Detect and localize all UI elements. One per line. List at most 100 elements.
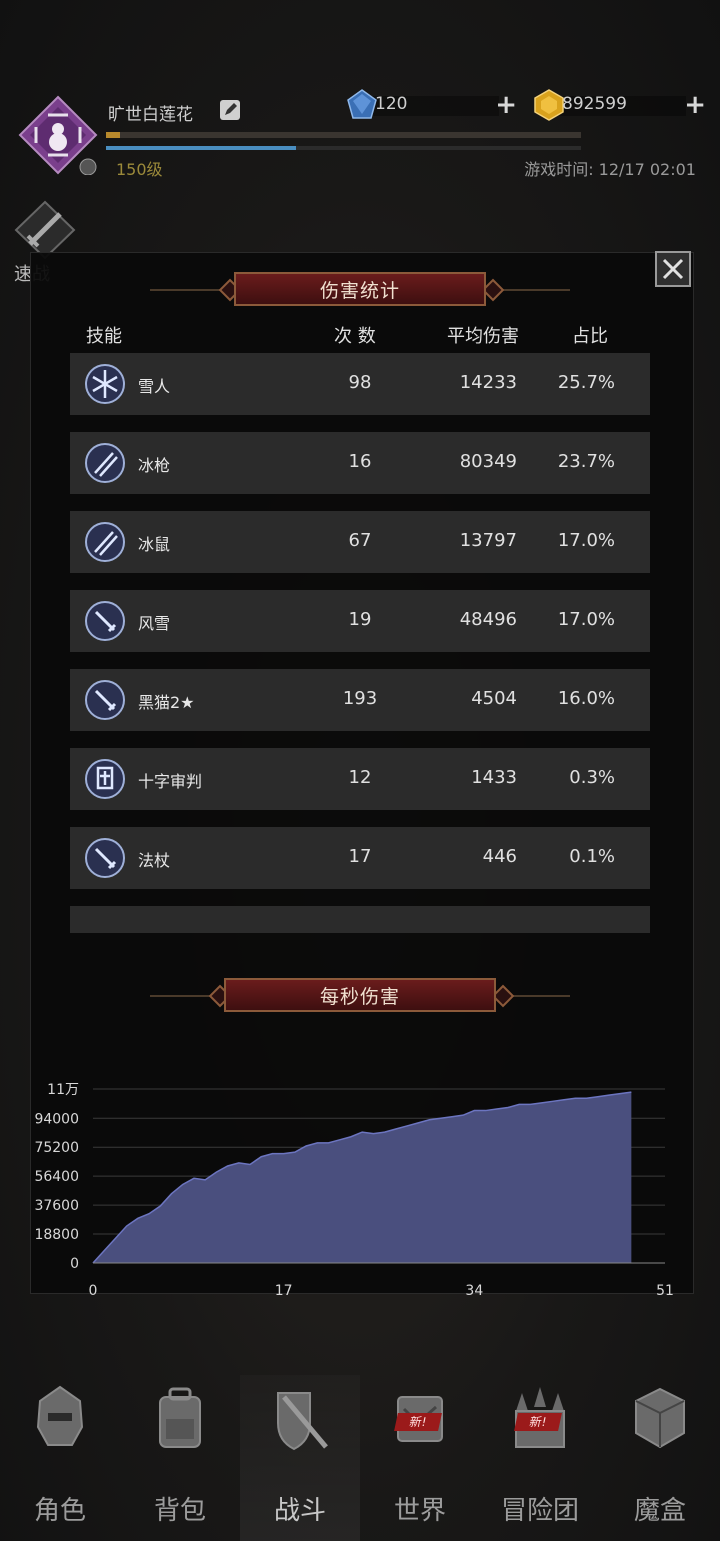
skill-percent: 25.7% bbox=[557, 372, 615, 393]
skill-avg-damage: 14233 bbox=[459, 372, 517, 393]
hp-bar-fill bbox=[106, 146, 296, 150]
dps-chart: 0 18800 37600 56400 75200 94000 11万 0 17 34 51 bbox=[30, 1075, 692, 1305]
table-row: 黑猫2★ 193 4504 16.0% bbox=[70, 669, 650, 731]
skill-percent: 17.0% bbox=[557, 609, 615, 630]
backpack-icon bbox=[159, 1387, 201, 1448]
exp-bar-fill bbox=[106, 132, 121, 138]
sword-icon bbox=[85, 601, 125, 641]
skill-percent: 17.0% bbox=[557, 530, 615, 551]
skill-avg-damage: 80349 bbox=[459, 451, 517, 472]
gold-count: 892599 bbox=[562, 94, 627, 114]
table-row: 风雪 19 48496 17.0% bbox=[70, 590, 650, 652]
skill-percent: 16.0% bbox=[557, 688, 615, 709]
skill-count: 12 bbox=[348, 767, 372, 788]
nav-item-backpack[interactable]: 背包 bbox=[120, 1375, 240, 1541]
skill-avg-damage: 48496 bbox=[459, 609, 517, 630]
diamond-counter: 120 + bbox=[345, 88, 517, 122]
damage-stats-title: 伤害统计 bbox=[234, 272, 486, 306]
table-row: 冰枪 16 80349 23.7% bbox=[70, 432, 650, 494]
snowflake-icon bbox=[85, 364, 125, 404]
bottom-nav: 角色 背包 战斗 新! 世界 新! 冒险团 魔盒 bbox=[0, 1375, 720, 1541]
skill-name: 十字审判 bbox=[138, 772, 203, 791]
y-tick-label: 0 bbox=[70, 1256, 79, 1272]
y-tick-label: 75200 bbox=[34, 1140, 79, 1156]
y-tick-label: 37600 bbox=[34, 1198, 79, 1214]
player-name: 旷世白莲花 bbox=[108, 105, 193, 125]
speed-sword-icon bbox=[14, 200, 76, 260]
nav-label: 冒险团 bbox=[500, 1496, 579, 1526]
close-icon bbox=[662, 258, 684, 280]
nav-label: 背包 bbox=[153, 1496, 206, 1526]
x-tick-label: 34 bbox=[465, 1283, 483, 1299]
y-tick-label: 56400 bbox=[34, 1169, 79, 1185]
blue-gem-icon bbox=[347, 89, 377, 119]
avatar[interactable] bbox=[18, 95, 98, 176]
skill-avg-damage: 446 bbox=[482, 846, 517, 867]
header-avg: 平均伤害 bbox=[447, 326, 519, 347]
nav-item-character[interactable]: 角色 bbox=[0, 1375, 120, 1541]
diamond-count: 120 bbox=[375, 94, 408, 114]
shield-sword-icon bbox=[277, 1392, 328, 1451]
add-diamond-button[interactable]: + bbox=[495, 90, 517, 120]
nav-label: 世界 bbox=[393, 1496, 446, 1526]
header-count: 次 数 bbox=[334, 326, 376, 347]
dps-chart-svg: 0 18800 37600 56400 75200 94000 11万 0 17 34 51 bbox=[34, 1082, 674, 1299]
skill-name: 法杖 bbox=[138, 851, 171, 870]
sword-icon bbox=[85, 838, 125, 878]
skill-name: 冰鼠 bbox=[138, 535, 171, 554]
sword-icon bbox=[85, 680, 125, 720]
top-hud: 旷世白莲花 150级 游戏时间: 12/17 02:01 120 + 89259… bbox=[0, 0, 720, 285]
skill-name: 风雪 bbox=[138, 614, 171, 633]
gold-gem-icon bbox=[534, 89, 564, 121]
cube-icon bbox=[635, 1387, 685, 1449]
x-tick-label: 17 bbox=[275, 1283, 293, 1299]
new-badge: 新! bbox=[514, 1413, 562, 1431]
nav-label: 角色 bbox=[33, 1496, 86, 1526]
header-skill: 技能 bbox=[86, 326, 122, 347]
game-time: 游戏时间: 12/17 02:01 bbox=[524, 160, 696, 179]
exp-bar bbox=[106, 132, 581, 138]
gold-counter: 892599 + bbox=[532, 88, 706, 122]
banner-icon bbox=[85, 759, 125, 799]
edit-icon[interactable] bbox=[218, 98, 242, 122]
skill-count: 98 bbox=[348, 372, 372, 393]
dps-banner: 每秒伤害 bbox=[150, 976, 570, 1016]
bagua-gourd-icon bbox=[18, 95, 98, 176]
skill-avg-damage: 13797 bbox=[459, 530, 517, 551]
dps-area bbox=[93, 1092, 632, 1263]
ice-spear-icon bbox=[85, 443, 125, 483]
y-tick-label: 94000 bbox=[34, 1111, 79, 1127]
skill-count: 16 bbox=[348, 451, 372, 472]
helmet-icon bbox=[36, 1385, 84, 1446]
x-tick-label: 51 bbox=[656, 1283, 674, 1299]
nav-label: 魔盒 bbox=[633, 1496, 686, 1526]
table-row: 冰鼠 67 13797 17.0% bbox=[70, 511, 650, 573]
damage-table[interactable]: 雪人 98 14233 25.7% 冰枪 16 80349 23.7% 冰鼠 6… bbox=[70, 353, 650, 933]
nav-item-battle[interactable]: 战斗 bbox=[240, 1375, 360, 1541]
y-tick-label: 18800 bbox=[34, 1227, 79, 1243]
nav-label: 战斗 bbox=[273, 1496, 326, 1526]
skill-name: 雪人 bbox=[138, 377, 171, 396]
skill-percent: 0.1% bbox=[569, 846, 615, 867]
add-gold-button[interactable]: + bbox=[684, 90, 706, 120]
skill-count: 67 bbox=[348, 530, 372, 551]
table-row-partial bbox=[70, 906, 650, 933]
nav-item-magic-box[interactable]: 魔盒 bbox=[600, 1375, 720, 1541]
hp-bar bbox=[106, 146, 581, 150]
y-tick-label: 11万 bbox=[47, 1082, 79, 1098]
skill-avg-damage: 4504 bbox=[471, 688, 517, 709]
table-row: 雪人 98 14233 25.7% bbox=[70, 353, 650, 415]
x-tick-label: 0 bbox=[89, 1283, 98, 1299]
new-badge: 新! bbox=[394, 1413, 442, 1431]
header-pct: 占比 bbox=[572, 326, 608, 347]
table-row: 法杖 17 446 0.1% bbox=[70, 827, 650, 889]
close-button[interactable] bbox=[655, 251, 691, 287]
nav-item-adventure-team[interactable]: 新! 冒险团 bbox=[480, 1375, 600, 1541]
skill-name: 黑猫2★ bbox=[138, 693, 195, 712]
table-row: 十字审判 12 1433 0.3% bbox=[70, 748, 650, 810]
ice-spear-icon bbox=[85, 522, 125, 562]
player-level: 150级 bbox=[116, 160, 163, 179]
nav-item-world[interactable]: 新! 世界 bbox=[360, 1375, 480, 1541]
skill-count: 17 bbox=[348, 846, 372, 867]
skill-avg-damage: 1433 bbox=[471, 767, 517, 788]
